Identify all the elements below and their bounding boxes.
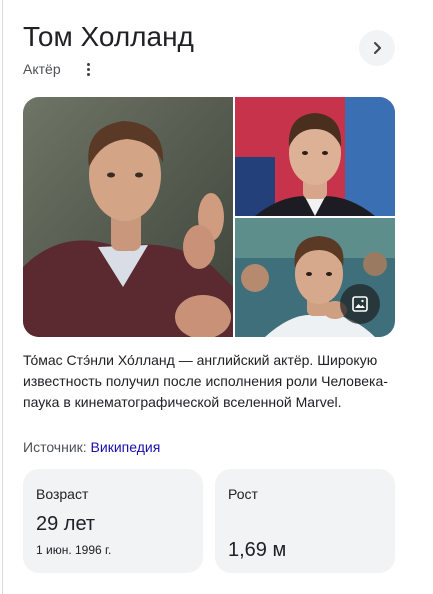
fact-sub-birthdate: 1 июн. 1996 г. <box>36 543 112 557</box>
entity-description: То́мас Стэ́нли Хо́лланд — английский акт… <box>23 352 388 410</box>
panel-left-border <box>2 0 3 594</box>
fact-card-height[interactable]: Рост 1,69 м <box>215 469 395 573</box>
fact-label-age: Возраст <box>36 486 89 502</box>
photo-main[interactable] <box>23 97 233 337</box>
photo-top-right[interactable] <box>235 97 395 216</box>
subtitle-row: Актёр <box>23 59 97 79</box>
fact-label-height: Рост <box>228 486 258 502</box>
source-line: Источник: Википедия <box>23 437 160 457</box>
fact-card-age[interactable]: Возраст 29 лет 1 июн. 1996 г. <box>23 469 203 573</box>
fact-value-age: 29 лет <box>36 513 96 535</box>
chevron-right-icon <box>374 42 381 54</box>
source-link-wikipedia[interactable]: Википедия <box>91 439 161 455</box>
fact-value-height: 1,69 м <box>228 539 287 561</box>
next-panel-button[interactable] <box>359 30 395 66</box>
entity-subtitle: Актёр <box>23 61 61 77</box>
more-vert-icon[interactable] <box>81 59 97 79</box>
source-label: Источник: <box>23 439 87 455</box>
image-icon <box>352 296 368 312</box>
entity-title: Том Холланд <box>23 21 194 52</box>
view-all-images-button[interactable] <box>340 284 380 324</box>
